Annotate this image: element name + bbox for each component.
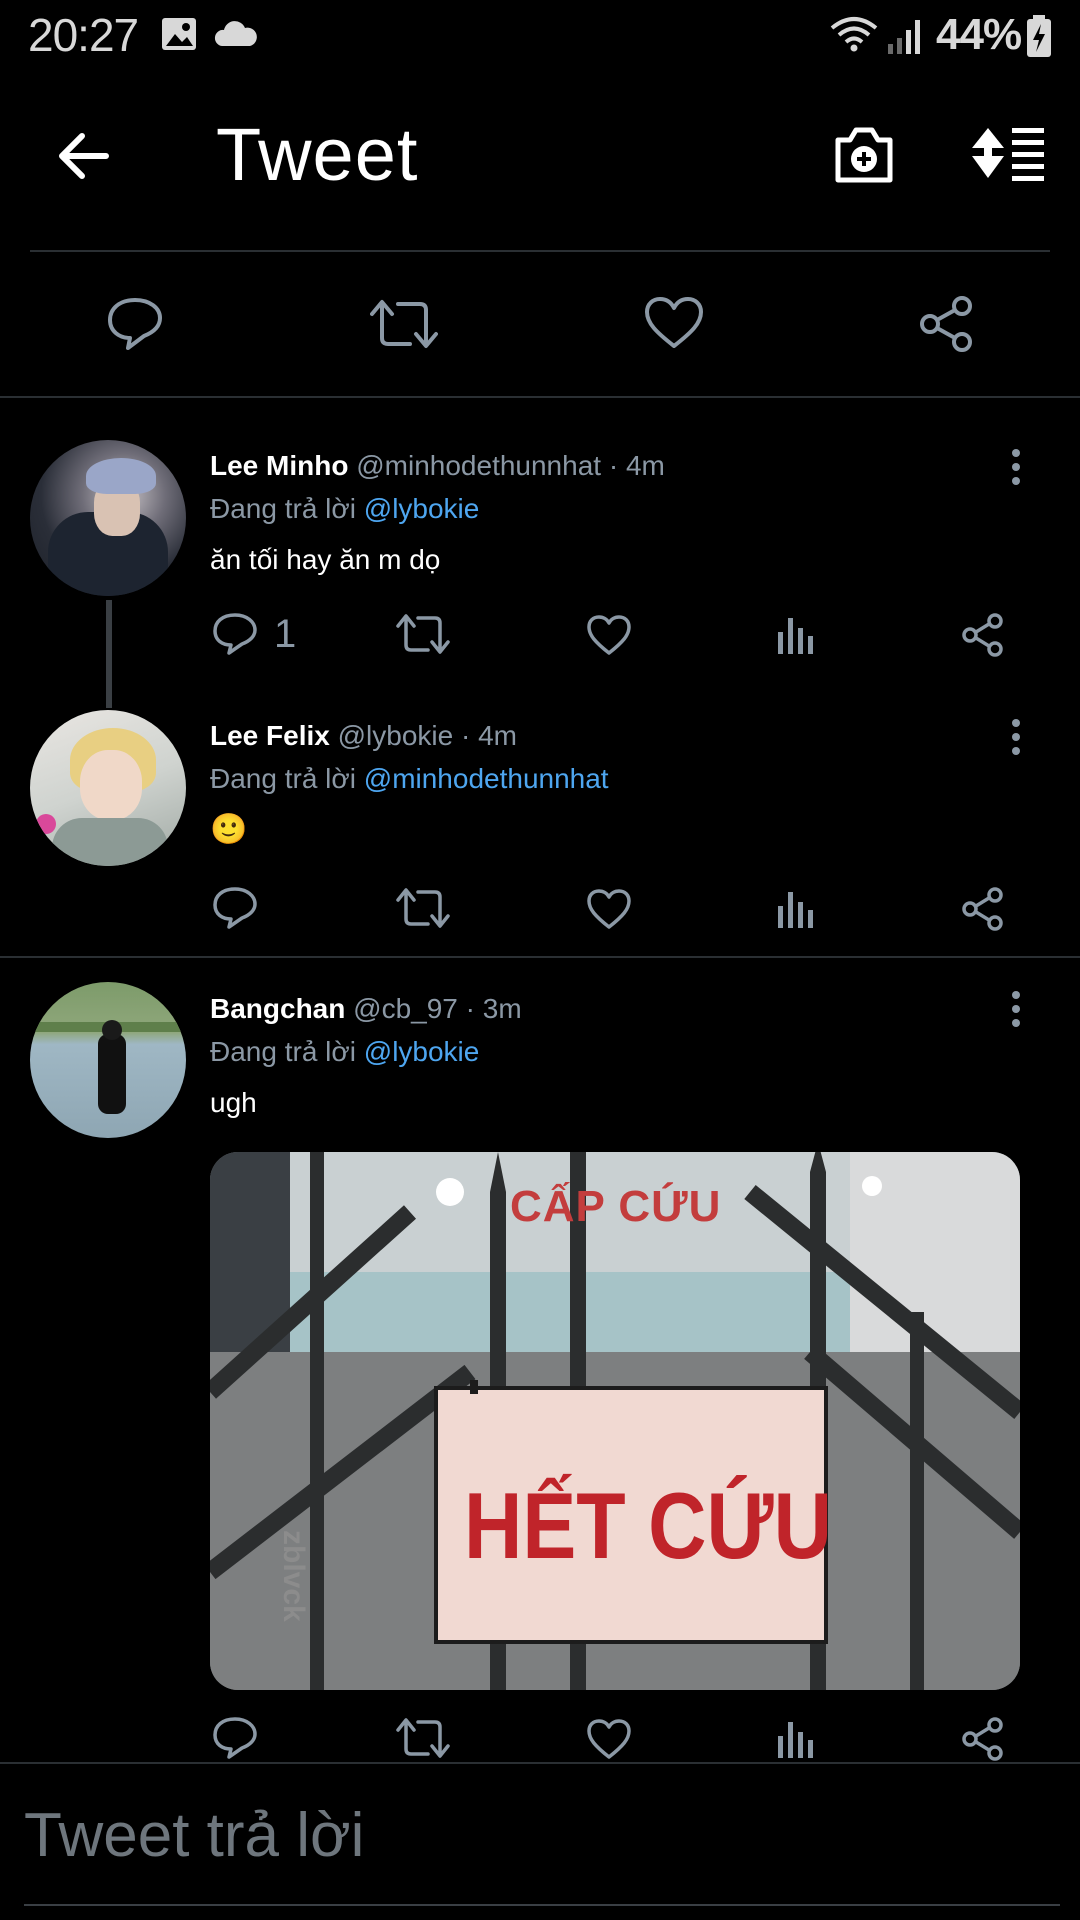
user-name[interactable]: Lee Felix (210, 720, 330, 751)
watermark-text: zblvck (277, 1530, 310, 1622)
gallery-icon (162, 18, 196, 50)
mention-link[interactable]: @lybokie (364, 493, 480, 524)
user-name[interactable]: Lee Minho (210, 450, 348, 481)
user-handle[interactable]: @lybokie (338, 720, 454, 751)
separator-dot: · (461, 720, 471, 751)
heart-icon[interactable] (586, 888, 632, 930)
reply-icon[interactable] (212, 886, 258, 930)
reply-icon[interactable] (212, 612, 258, 656)
tweet-time: 3m (482, 993, 522, 1024)
retweet-icon[interactable] (396, 1716, 450, 1760)
reply-icon[interactable] (106, 296, 164, 352)
tweet-text: ăn tối hay ăn m dọ (210, 544, 441, 575)
share-icon[interactable] (916, 294, 976, 354)
retweet-icon[interactable] (370, 296, 438, 352)
more-vertical-icon[interactable] (1010, 448, 1020, 488)
tweet-photo (210, 1152, 1020, 1690)
sign-top-text: CẤP CỨU (510, 1182, 722, 1231)
mention-link[interactable]: @minhodethunnhat (364, 763, 609, 794)
tweet-text: 🙂 (210, 813, 248, 846)
compose-divider (0, 1762, 1080, 1764)
tweet-header: Lee Felix @lybokie · 4m (210, 720, 517, 752)
user-handle[interactable]: @cb_97 (353, 993, 458, 1024)
signal-icon (888, 20, 920, 54)
heart-icon[interactable] (586, 614, 632, 656)
replying-to: Đang trả lời @minhodethunnhat (210, 763, 609, 795)
cloud-icon (214, 21, 257, 46)
retweet-icon[interactable] (396, 612, 450, 656)
sort-icon[interactable] (968, 122, 1048, 184)
avatar[interactable] (30, 440, 186, 596)
tweet-divider (0, 956, 1080, 958)
user-handle[interactable]: @minhodethunnhat (356, 450, 601, 481)
tweet-time: 4m (625, 450, 665, 481)
page-title: Tweet (216, 113, 419, 196)
share-icon[interactable] (960, 886, 1006, 932)
share-icon[interactable] (960, 1716, 1006, 1762)
sign-main-text: HẾT CỨU (464, 1473, 832, 1578)
separator-dot: · (608, 450, 619, 481)
back-button[interactable] (54, 128, 114, 184)
tweet-text: ugh (210, 1087, 257, 1118)
reply-icon[interactable] (212, 1716, 258, 1760)
section-divider (0, 396, 1080, 398)
camera-plus-icon[interactable] (832, 122, 896, 186)
reply-count: 1 (274, 612, 297, 656)
separator-dot: · (465, 993, 475, 1024)
status-time: 20:27 (28, 9, 139, 61)
replying-label: Đang trả lời (210, 763, 356, 794)
share-icon[interactable] (960, 612, 1006, 658)
battery-percent: 44% (936, 10, 1022, 59)
replying-label: Đang trả lời (210, 493, 356, 524)
avatar[interactable] (30, 982, 186, 1138)
thread-line (106, 600, 112, 708)
replying-label: Đang trả lời (210, 1036, 356, 1067)
analytics-icon[interactable] (776, 614, 816, 656)
replying-to: Đang trả lời @lybokie (210, 1036, 479, 1068)
user-name[interactable]: Bangchan (210, 993, 345, 1024)
replying-to: Đang trả lời @lybokie (210, 493, 479, 525)
tweet-time: 4m (478, 720, 518, 751)
wifi-icon (830, 17, 878, 52)
input-underline (24, 1904, 1060, 1906)
mention-link[interactable]: @lybokie (364, 1036, 480, 1067)
header-divider (30, 250, 1050, 252)
more-vertical-icon[interactable] (1010, 990, 1020, 1030)
battery-charging-icon (1027, 15, 1051, 57)
tweet-image[interactable]: CẤP CỨU HẾT CỨU zblvck (210, 1152, 1020, 1690)
avatar[interactable] (30, 710, 186, 866)
analytics-icon[interactable] (776, 1718, 816, 1760)
retweet-icon[interactable] (396, 886, 450, 930)
analytics-icon[interactable] (776, 888, 816, 930)
more-vertical-icon[interactable] (1010, 718, 1020, 758)
tweet-header: Lee Minho @minhodethunnhat · 4m (210, 450, 665, 482)
heart-icon[interactable] (586, 1718, 632, 1760)
reply-input[interactable]: Tweet trả lời (24, 1800, 364, 1871)
heart-icon[interactable] (644, 296, 704, 350)
tweet-header: Bangchan @cb_97 · 3m (210, 993, 522, 1025)
